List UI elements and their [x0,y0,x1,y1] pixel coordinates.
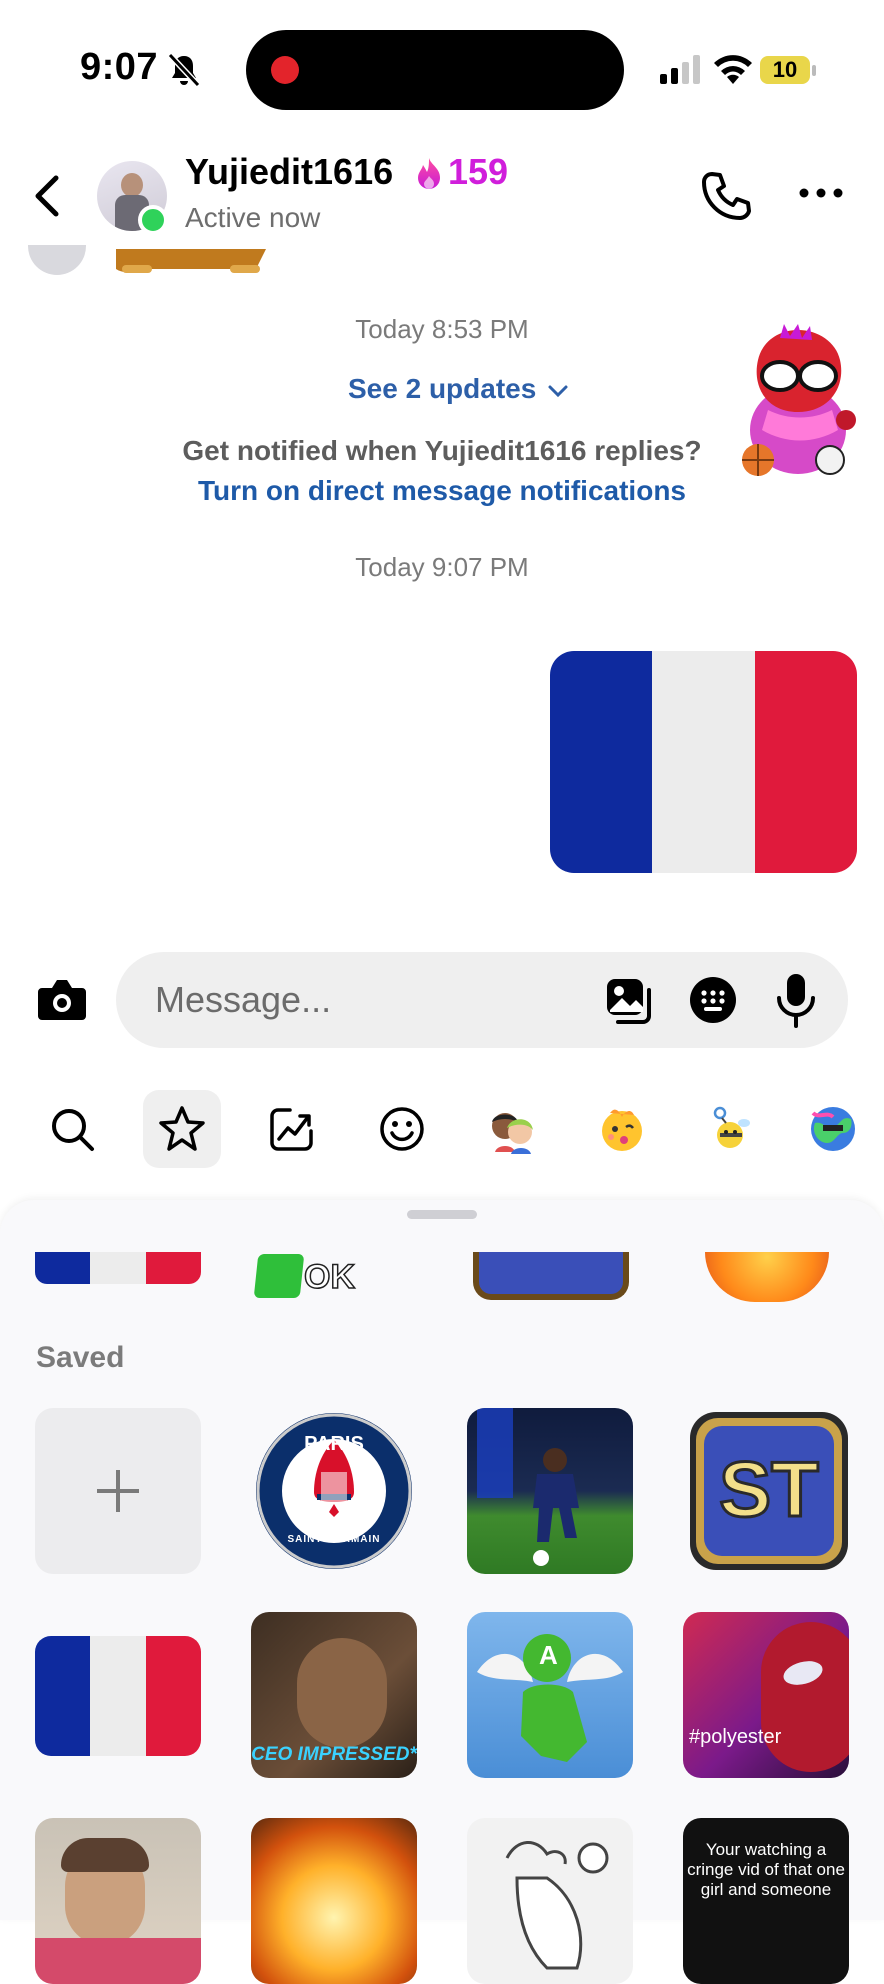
recent-sticker-st[interactable] [473,1252,629,1302]
tab-emoji[interactable] [363,1090,441,1168]
saved-sticker-ceo-impressed[interactable]: CEO IMPRESSED* [251,1612,417,1778]
saved-sticker-angel[interactable]: A [467,1612,633,1778]
tab-kiss-sticker[interactable] [583,1090,661,1168]
active-status: Active now [185,202,321,233]
search-icon [52,1109,94,1151]
avatar-pair-icon [492,1113,533,1154]
player-figure [477,1408,579,1566]
message-timestamp: Today 9:07 PM [355,552,529,582]
ok-sticker-label: OK [303,1257,356,1297]
recent-sticker-france-flag[interactable] [35,1252,201,1284]
tab-trending[interactable] [253,1090,331,1168]
bird-figure [505,1841,609,1970]
star-icon [159,1106,205,1151]
status-time: 9:07 [80,46,159,88]
cellular-signal-icon [660,55,700,84]
previous-message-avatar [28,245,86,275]
saved-sticker-france-flag[interactable] [35,1636,201,1756]
saved-section-heading: Saved [36,1341,125,1374]
saved-sticker-st[interactable]: ST [686,1408,852,1574]
online-status-dot [138,205,168,235]
battery-level: 10 [772,57,798,82]
add-saved-sticker-button[interactable] [35,1408,201,1574]
kiss-face-icon [602,1109,642,1151]
saved-sticker-man[interactable] [35,1818,201,1984]
sheet-drag-handle[interactable] [407,1210,477,1219]
spiderman-avatar-sticker[interactable] [728,320,862,488]
microphone-button[interactable] [774,972,818,1028]
saved-sticker-bird-drawing[interactable] [467,1818,633,1984]
message-input[interactable] [155,978,575,1022]
battery-indicator: 10 [760,56,818,86]
recent-sticker-fire[interactable] [705,1252,829,1302]
previous-sticker-fragment [116,249,266,273]
gallery-button[interactable] [604,976,654,1026]
psg-top-text: PARIS [304,1433,364,1455]
spider-caption: #polyester [689,1726,782,1748]
contact-username[interactable]: Yujiedit1616 [185,151,393,193]
tab-saved[interactable] [143,1090,221,1168]
saved-sticker-soccer-player[interactable] [467,1408,633,1574]
angel-letter: A [539,1640,558,1670]
st-sticker-label: ST [718,1444,821,1535]
screen-recording-indicator [271,56,299,84]
saved-sticker-fire-explosion[interactable] [251,1818,417,1984]
streak-count: 159 [448,151,509,192]
psg-bottom-text: SAINT-GERMAIN [287,1534,381,1545]
sent-france-flag-sticker[interactable] [550,651,857,873]
tab-globe-sticker[interactable] [803,1090,863,1168]
globe-character-icon [811,1107,855,1151]
angel-figure [477,1634,623,1762]
cringe-caption: Your watching a cringe vid of that one g… [687,1840,845,1899]
chevron-down-icon[interactable] [547,381,569,401]
streak-fire-icon [418,158,440,189]
trending-icon [270,1108,313,1151]
dynamic-island [246,30,624,110]
camera-button[interactable] [36,976,88,1022]
ceo-caption: CEO IMPRESSED* [251,1744,417,1765]
tab-search[interactable] [33,1090,111,1168]
smiley-icon [380,1107,424,1151]
phone-call-button[interactable] [700,170,752,222]
recent-sticker-ok[interactable]: OK [253,1250,366,1300]
see-updates-link[interactable]: See 2 updates [348,373,536,405]
back-button[interactable] [28,172,68,220]
saved-sticker-spiderman[interactable]: #polyester [683,1612,849,1778]
sticker-button[interactable] [689,976,737,1024]
more-options-button[interactable] [798,185,844,201]
bee-icon [713,1106,750,1148]
plus-icon [97,1470,139,1512]
bell-off-icon [167,52,201,88]
tab-avatar-stickers[interactable] [473,1090,551,1168]
saved-sticker-cringe-text[interactable]: Your watching a cringe vid of that one g… [683,1818,849,1984]
saved-sticker-psg-logo[interactable]: PARIS SAINT-GERMAIN [251,1408,417,1574]
tab-bee-sticker[interactable] [693,1090,771,1168]
wifi-icon [714,55,752,84]
